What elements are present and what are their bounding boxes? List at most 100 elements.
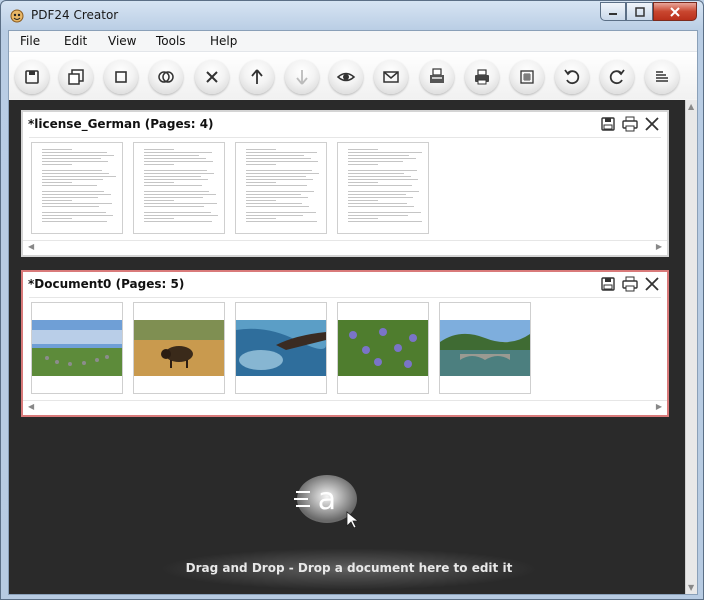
scroll-down-icon[interactable]: ▼ bbox=[688, 583, 694, 592]
text-line bbox=[42, 185, 97, 186]
text-line bbox=[246, 203, 302, 204]
app-window: PDF24 Creator File Edit View Tools Help bbox=[0, 0, 704, 600]
minimize-button[interactable] bbox=[600, 2, 626, 21]
text-line bbox=[246, 215, 303, 216]
scroll-right-icon[interactable]: ▶ bbox=[656, 242, 662, 251]
close-document-button[interactable] bbox=[643, 115, 661, 133]
scroll-up-icon[interactable]: ▲ bbox=[688, 102, 694, 111]
menu-help[interactable]: Help bbox=[210, 34, 237, 48]
text-line bbox=[348, 200, 378, 201]
text-line bbox=[246, 194, 301, 195]
close-button[interactable] bbox=[653, 2, 697, 21]
rotate-left-icon bbox=[564, 69, 580, 85]
document-panel-document0[interactable]: *Document0 (Pages: 5) ◀ ▶ bbox=[21, 270, 669, 417]
close-document-button[interactable] bbox=[643, 275, 661, 293]
move-down-button[interactable] bbox=[285, 60, 319, 94]
rotate-right-button[interactable] bbox=[600, 60, 634, 94]
text-line bbox=[246, 221, 317, 222]
fax-button[interactable] bbox=[420, 60, 454, 94]
text-line bbox=[42, 173, 109, 174]
close-icon bbox=[670, 6, 680, 17]
merge-button[interactable] bbox=[149, 60, 183, 94]
page-thumbnail[interactable] bbox=[337, 302, 429, 394]
delete-button[interactable] bbox=[195, 60, 229, 94]
save-button[interactable] bbox=[15, 60, 49, 94]
text-line bbox=[42, 164, 72, 165]
text-line bbox=[144, 182, 174, 183]
text-line bbox=[348, 170, 417, 171]
menu-edit[interactable]: Edit bbox=[64, 34, 87, 48]
preview-icon bbox=[336, 72, 356, 82]
menu-bar: File Edit View Tools Help bbox=[9, 31, 697, 52]
scroll-left-icon[interactable]: ◀ bbox=[28, 402, 34, 411]
scroll-left-icon[interactable]: ◀ bbox=[28, 242, 34, 251]
text-line bbox=[144, 212, 211, 213]
merge-icon bbox=[158, 71, 174, 83]
text-line bbox=[348, 161, 403, 162]
maximize-button[interactable] bbox=[626, 2, 653, 21]
toolbar bbox=[9, 52, 697, 99]
scroll-right-icon[interactable]: ▶ bbox=[656, 402, 662, 411]
print-button[interactable] bbox=[465, 60, 499, 94]
page-thumbnail[interactable] bbox=[235, 142, 327, 234]
page-thumbnail[interactable] bbox=[439, 302, 531, 394]
print-document-button[interactable] bbox=[621, 275, 639, 293]
page-thumbnails bbox=[29, 297, 661, 396]
stone-circle-photo bbox=[32, 320, 122, 376]
document-workspace[interactable]: *license_German (Pages: 4) ◀ ▶ *Document… bbox=[9, 100, 685, 594]
page-thumbnail[interactable] bbox=[31, 142, 123, 234]
rotate-left-button[interactable] bbox=[555, 60, 589, 94]
move-up-button[interactable] bbox=[240, 60, 274, 94]
email-icon bbox=[383, 71, 399, 83]
vertical-scrollbar[interactable]: ▲ ▼ bbox=[685, 100, 697, 594]
page-thumbnail[interactable] bbox=[337, 142, 429, 234]
menu-view[interactable]: View bbox=[108, 34, 136, 48]
text-line bbox=[42, 158, 101, 159]
text-line bbox=[246, 164, 276, 165]
align-button[interactable] bbox=[645, 60, 679, 94]
page-thumbnail[interactable] bbox=[235, 302, 327, 394]
compress-icon bbox=[520, 70, 534, 84]
text-line bbox=[42, 194, 111, 195]
text-line bbox=[144, 200, 174, 201]
bluebells-photo bbox=[338, 320, 428, 376]
text-line bbox=[246, 200, 276, 201]
email-button[interactable] bbox=[374, 60, 408, 94]
page-thumbnail[interactable] bbox=[31, 302, 123, 394]
text-line bbox=[144, 206, 204, 207]
text-line bbox=[42, 200, 72, 201]
horizontal-scrollbar[interactable]: ◀ ▶ bbox=[23, 240, 667, 255]
compress-button[interactable] bbox=[510, 60, 544, 94]
menu-file[interactable]: File bbox=[20, 34, 40, 48]
text-line bbox=[42, 152, 107, 153]
text-line bbox=[246, 161, 318, 162]
text-line bbox=[144, 152, 212, 153]
text-line bbox=[348, 221, 422, 222]
print-document-button[interactable] bbox=[621, 115, 639, 133]
text-line bbox=[144, 218, 174, 219]
svg-text:a: a bbox=[318, 482, 336, 517]
save-document-button[interactable] bbox=[599, 115, 617, 133]
document-panel-license-german[interactable]: *license_German (Pages: 4) ◀ ▶ bbox=[21, 110, 669, 257]
page-thumbnail[interactable] bbox=[133, 142, 225, 234]
rotate-right-icon bbox=[609, 69, 625, 85]
drop-zone[interactable]: a Drag and Drop - Drop a document here t… bbox=[149, 470, 549, 590]
text-line bbox=[144, 158, 206, 159]
save-document-button[interactable] bbox=[599, 275, 617, 293]
menu-tools[interactable]: Tools bbox=[156, 34, 186, 48]
title-bar[interactable]: PDF24 Creator bbox=[1, 1, 703, 31]
text-line bbox=[42, 149, 72, 150]
save-as-button[interactable] bbox=[59, 60, 93, 94]
new-button[interactable] bbox=[104, 60, 138, 94]
text-line bbox=[144, 155, 199, 156]
move-up-icon bbox=[251, 69, 263, 84]
text-line bbox=[348, 218, 378, 219]
text-line bbox=[246, 173, 319, 174]
text-line bbox=[42, 212, 106, 213]
page-thumbnails bbox=[29, 137, 661, 236]
preview-button[interactable] bbox=[329, 60, 363, 94]
page-thumbnail[interactable] bbox=[133, 302, 225, 394]
text-line bbox=[42, 197, 98, 198]
fax-icon bbox=[430, 68, 444, 83]
horizontal-scrollbar[interactable]: ◀ ▶ bbox=[23, 400, 667, 415]
